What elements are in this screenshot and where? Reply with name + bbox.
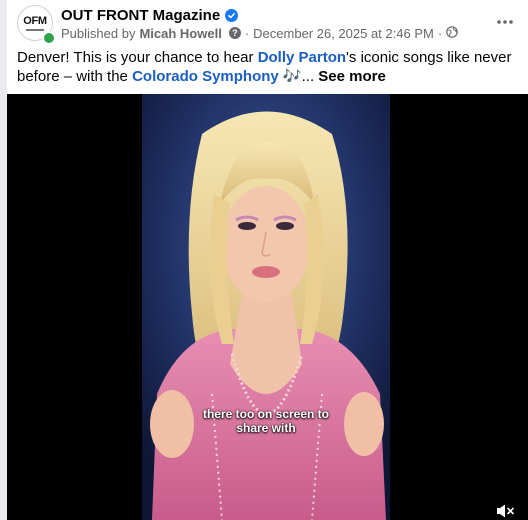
- published-by-label: Published by: [61, 25, 136, 41]
- colorado-symphony-link[interactable]: Colorado Symphony: [132, 68, 279, 85]
- author-link[interactable]: Micah Howell: [139, 26, 221, 41]
- post-card: OFM OUT FRONT Magazine Published by Mica…: [7, 0, 528, 520]
- see-more-button[interactable]: See more: [318, 68, 386, 85]
- post-caption: Denver! This is your chance to hear Doll…: [17, 48, 522, 86]
- help-icon[interactable]: ?: [228, 27, 241, 39]
- online-status-dot: [42, 31, 56, 45]
- avatar-logo-text: OFM: [23, 14, 47, 27]
- more-horizontal-icon: [497, 20, 513, 24]
- mute-button[interactable]: [496, 504, 516, 518]
- music-notes-emoji: 🎶: [278, 68, 302, 85]
- post-header: OFM OUT FRONT Magazine Published by Mica…: [7, 0, 528, 46]
- verified-badge-icon: [225, 8, 239, 22]
- muted-speaker-icon: [497, 504, 514, 518]
- globe-icon[interactable]: [446, 25, 458, 41]
- more-options-button[interactable]: [493, 10, 517, 34]
- caption-text: Denver! This is your chance to hear: [17, 49, 258, 66]
- video-player[interactable]: there too on screen to share with: [7, 94, 528, 520]
- page-name-row: OUT FRONT Magazine: [61, 6, 239, 24]
- meta-separator: ·: [244, 25, 250, 41]
- post-meta: Published by Micah Howell ? · December 2…: [61, 25, 458, 41]
- video-frame[interactable]: there too on screen to share with: [142, 94, 390, 520]
- avatar-logo-underline: [26, 28, 44, 31]
- page-name-link[interactable]: OUT FRONT Magazine: [61, 7, 220, 24]
- video-subtitle: there too on screen to share with: [142, 407, 390, 435]
- dolly-parton-link[interactable]: Dolly Parton: [258, 49, 346, 66]
- subtitle-line: there too on screen to: [202, 407, 330, 421]
- caption-ellipsis: ...: [301, 68, 319, 85]
- subtitle-line: share with: [236, 421, 296, 435]
- video-still-image: [142, 94, 390, 520]
- meta-separator: ·: [437, 25, 443, 41]
- post-timestamp[interactable]: December 26, 2025 at 2:46 PM: [253, 26, 434, 41]
